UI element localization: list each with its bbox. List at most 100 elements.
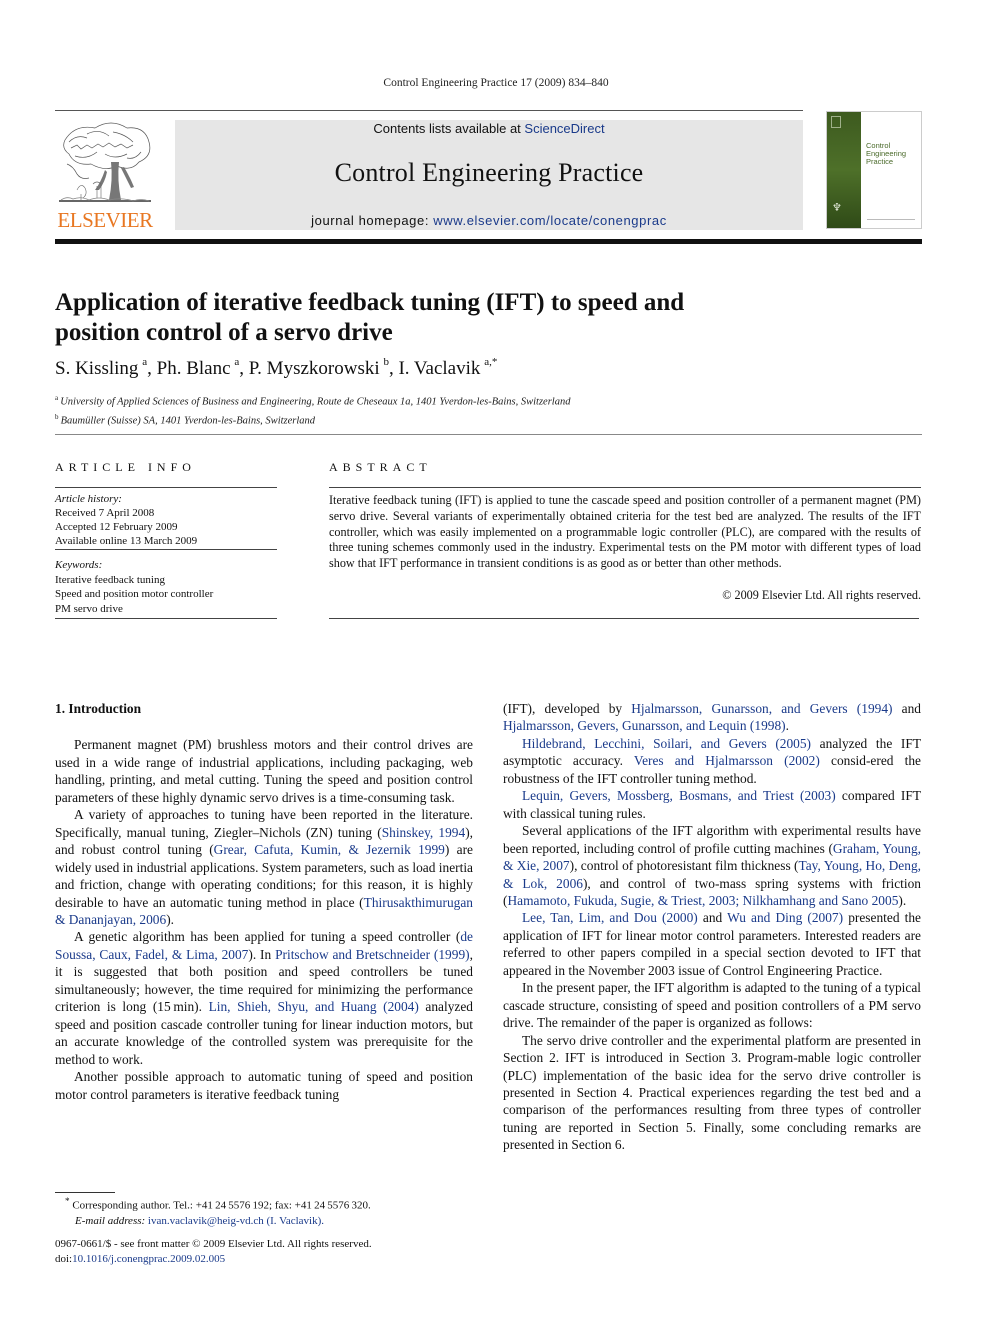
paragraph: A variety of approaches to tuning have b… xyxy=(55,806,473,928)
author-affil-sup[interactable]: b xyxy=(383,356,389,368)
history-item: Received 7 April 2008 xyxy=(55,507,155,519)
citation-link[interactable]: Hjalmarsson, Gunarsson, and Gevers (1994… xyxy=(631,701,892,716)
footnote-line: E-mail address: ivan.vaclavik@heig-vd.ch… xyxy=(65,1214,371,1229)
publisher-logo[interactable]: ELSEVIER xyxy=(55,120,155,232)
text-run: ), control of photoresistant film thickn… xyxy=(569,858,799,874)
paragraph: Another possible approach to automatic t… xyxy=(55,1069,473,1102)
affiliation: b Baumüller (Suisse) SA, 1401 Yverdon-le… xyxy=(55,410,570,429)
affiliation: a University of Applied Sciences of Busi… xyxy=(55,391,570,410)
footnote-text: Corresponding author. Tel.: +41 24 5576 … xyxy=(69,1199,371,1212)
article-info-rule xyxy=(55,487,277,488)
keywords-label: Keywords: xyxy=(55,559,103,571)
affiliations: a University of Applied Sciences of Busi… xyxy=(55,391,570,428)
contents-line: Contents lists available at ScienceDirec… xyxy=(175,121,803,136)
paragraph: Lee, Tan, Lim, and Dou (2000) and Wu and… xyxy=(503,909,921,979)
citation-link[interactable]: Lequin, Gevers, Mossberg, Bosmans, and T… xyxy=(522,788,836,803)
doi-link[interactable]: 10.1016/j.conengprac.2009.02.005 xyxy=(72,1253,225,1265)
affiliation-sup: a xyxy=(55,394,59,402)
text-run: (IFT), developed by xyxy=(503,701,632,716)
cover-footer-line xyxy=(867,219,915,220)
citation-link[interactable]: Hjalmarsson, Gevers, Gunarsson, and Lequ… xyxy=(503,718,786,733)
citation-link[interactable]: Lee, Tan, Lim, and Dou (2000) xyxy=(522,910,698,925)
citation-link[interactable]: Lin, Shieh, Shyu, and Huang (2004) xyxy=(209,999,419,1014)
author-affil-sup[interactable]: a,* xyxy=(484,356,497,368)
abstract-text: Iterative feedback tuning (IFT) is appli… xyxy=(329,493,921,571)
doi-label: doi: xyxy=(55,1252,73,1265)
abstract-rule xyxy=(329,487,921,488)
author-name[interactable]: I. Vaclavik xyxy=(398,358,480,379)
keyword: Speed and position motor controller xyxy=(55,588,214,600)
citation-link[interactable]: Shinskey, 1994 xyxy=(382,825,466,840)
abstract-heading: ABSTRACT xyxy=(329,460,432,474)
header-rule xyxy=(55,110,803,111)
contents-prefix: Contents lists available at xyxy=(373,121,525,136)
citation-link[interactable]: Wu and Ding (2007) xyxy=(727,910,843,925)
author-name[interactable]: P. Myszkorowski xyxy=(249,358,380,379)
citation-link[interactable]: Grear, Cafuta, Kumin, & Jezernik 1999 xyxy=(214,842,445,857)
front-matter: 0967-0661/$ - see front matter © 2009 El… xyxy=(55,1237,372,1266)
affiliation-text: Baumüller (Suisse) SA, 1401 Yverdon-les-… xyxy=(60,415,316,426)
paragraph: Permanent magnet (PM) brushless motors a… xyxy=(55,737,473,805)
history-item: Available online 13 March 2009 xyxy=(55,535,198,547)
body-column-right: (IFT), developed by Hjalmarsson, Gunarss… xyxy=(503,700,921,1154)
text-run: A genetic algorithm has been applied for… xyxy=(74,929,461,945)
section-heading: 1. Introduction xyxy=(55,701,142,716)
text-run: . xyxy=(785,718,789,734)
running-head: Control Engineering Practice 17 (2009) 8… xyxy=(383,77,609,89)
affiliation-text: University of Applied Sciences of Busine… xyxy=(60,396,571,408)
keyword: Iterative feedback tuning xyxy=(55,573,165,586)
text-run: and xyxy=(697,910,728,926)
homepage-line: journal homepage: www.elsevier.com/locat… xyxy=(175,213,803,228)
paragraph: Lequin, Gevers, Mossberg, Bosmans, and T… xyxy=(503,787,921,822)
citation-link[interactable]: Hamamoto, Fukuda, Sugie, & Triest, 2003;… xyxy=(507,893,898,908)
paragraph: A genetic algorithm has been applied for… xyxy=(55,928,473,1068)
keywords-rule xyxy=(55,618,277,619)
author-affil-sup[interactable]: a xyxy=(234,356,239,368)
paragraph: Hildebrand, Lecchini, Soilari, and Gever… xyxy=(503,735,921,787)
author-list: S. Kissling a, Ph. Blanc a, P. Myszkorow… xyxy=(55,356,498,379)
author-name[interactable]: S. Kissling xyxy=(55,358,138,379)
affiliation-rule xyxy=(55,434,922,435)
elsevier-tree-icon xyxy=(59,122,151,202)
text-run: and xyxy=(892,701,921,716)
article-title: Application of iterative feedback tuning… xyxy=(55,289,685,346)
sciencedirect-link[interactable]: ScienceDirect xyxy=(524,121,604,136)
history-label: Article history: xyxy=(55,493,122,505)
journal-masthead: Contents lists available at ScienceDirec… xyxy=(175,120,803,230)
footnote-line: * Corresponding author. Tel.: +41 24 557… xyxy=(65,1194,371,1214)
cover-spine: ♆ xyxy=(827,112,861,228)
journal-title: Control Engineering Practice xyxy=(334,158,644,187)
keyword: PM servo drive xyxy=(55,602,123,615)
history-item: Accepted 12 February 2009 xyxy=(55,521,178,533)
journal-homepage-link[interactable]: www.elsevier.com/locate/conengprac xyxy=(433,213,667,228)
cover-title-line: Practice xyxy=(866,157,894,166)
text-run: ). xyxy=(898,892,907,908)
paragraph: In the present paper, the IFT algorithm … xyxy=(503,980,921,1031)
text-run: ). In xyxy=(248,946,276,962)
publisher-wordmark: ELSEVIER xyxy=(57,208,153,232)
email-label: E-mail address: xyxy=(75,1214,146,1227)
paragraph: The servo drive controller and the exper… xyxy=(503,1032,921,1153)
history-rule xyxy=(55,549,277,550)
text-run: ). xyxy=(166,911,174,927)
author-affil-sup[interactable]: a xyxy=(142,356,147,368)
abstract-bottom-rule xyxy=(329,618,919,619)
cover-logo-box xyxy=(831,116,841,128)
corresponding-author-footnote: * Corresponding author. Tel.: +41 24 557… xyxy=(65,1194,371,1229)
homepage-prefix: journal homepage: xyxy=(311,213,434,228)
paragraph: (IFT), developed by Hjalmarsson, Gunarss… xyxy=(503,700,921,735)
citation-link[interactable]: Veres and Hjalmarsson (2002) xyxy=(634,753,820,768)
body-column-left: 1. Introduction Permanent magnet (PM) br… xyxy=(55,700,473,1103)
journal-cover-thumbnail[interactable]: ♆ Control Engineering Practice xyxy=(826,111,922,229)
citation-link[interactable]: Pritschow and Bretschneider (1999) xyxy=(275,947,470,962)
article-info-heading: ARTICLE INFO xyxy=(55,460,196,474)
article-history: Article history: Received 7 April 2008 A… xyxy=(55,492,277,548)
issn-line: 0967-0661/$ - see front matter © 2009 El… xyxy=(55,1238,372,1250)
email-link[interactable]: ivan.vaclavik@heig-vd.ch (I. Vaclavik). xyxy=(148,1215,324,1227)
affiliation-sup: b xyxy=(55,412,59,421)
citation-link[interactable]: Hildebrand, Lecchini, Soilari, and Gever… xyxy=(522,736,811,751)
footnote-rule xyxy=(55,1192,115,1193)
cover-emblem-icon: ♆ xyxy=(832,201,842,214)
doi-line: doi:10.1016/j.conengprac.2009.02.005 xyxy=(55,1252,372,1267)
author-name[interactable]: Ph. Blanc xyxy=(157,358,231,379)
